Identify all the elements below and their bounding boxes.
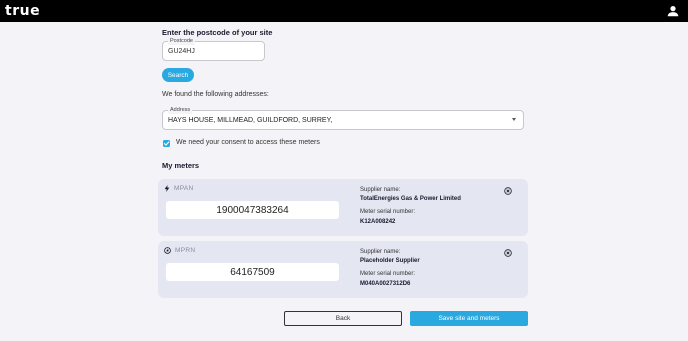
address-select[interactable]: Address HAYS HOUSE, MILLMEAD, GUILDFORD,… — [162, 107, 524, 130]
meters-section-title: My meters — [162, 161, 200, 170]
meter-number: 1900047383264 — [166, 201, 339, 219]
meter-card: MPAN 1900047383264 Supplier name: TotalE… — [158, 179, 528, 236]
meter-type: MPAN — [164, 185, 194, 192]
serial-label: Meter serial number: — [360, 271, 416, 277]
consent-checkbox[interactable] — [163, 140, 170, 147]
serial-label: Meter serial number: — [360, 209, 416, 215]
supplier-label: Supplier name: — [360, 249, 401, 255]
logo[interactable]: true — [5, 3, 40, 19]
back-button[interactable]: Back — [284, 311, 402, 326]
remove-meter-icon[interactable] — [504, 249, 512, 257]
meter-type-label: MPRN — [175, 247, 196, 254]
postcode-section-title: Enter the postcode of your site — [162, 28, 273, 37]
supplier-name: TotalEnergies Gas & Power Limited — [360, 196, 461, 202]
save-site-button[interactable]: Save site and meters — [410, 311, 528, 326]
meter-number: 64167509 — [166, 263, 339, 281]
addresses-found-text: We found the following addresses: — [162, 91, 269, 98]
supplier-label: Supplier name: — [360, 187, 401, 193]
account-icon[interactable] — [666, 4, 680, 18]
dropdown-caret-icon[interactable] — [512, 118, 516, 121]
postcode-field-label: Postcode — [168, 38, 195, 45]
lightning-icon — [164, 185, 170, 192]
serial-value: K12A008242 — [360, 219, 396, 225]
address-selected-value[interactable]: HAYS HOUSE, MILLMEAD, GUILDFORD, SURREY, — [168, 117, 332, 124]
consent-label[interactable]: We need your consent to access these met… — [176, 139, 320, 146]
address-field-label: Address — [168, 107, 193, 114]
checkmark-icon — [163, 141, 170, 146]
top-bar: true — [0, 0, 688, 22]
supplier-name: Placeholder Supplier — [360, 258, 420, 264]
remove-meter-icon[interactable] — [504, 187, 512, 195]
meter-type: MPRN — [164, 247, 195, 254]
meter-type-label: MPAN — [174, 185, 194, 192]
serial-value: M040A0027312D6 — [360, 281, 411, 287]
flame-icon — [164, 247, 171, 254]
postcode-field[interactable]: Postcode GU24HJ — [162, 38, 265, 61]
postcode-field-value[interactable]: GU24HJ — [168, 48, 195, 55]
meter-card: MPRN 64167509 Supplier name: Placeholder… — [158, 241, 528, 298]
search-button[interactable]: Search — [162, 68, 194, 82]
